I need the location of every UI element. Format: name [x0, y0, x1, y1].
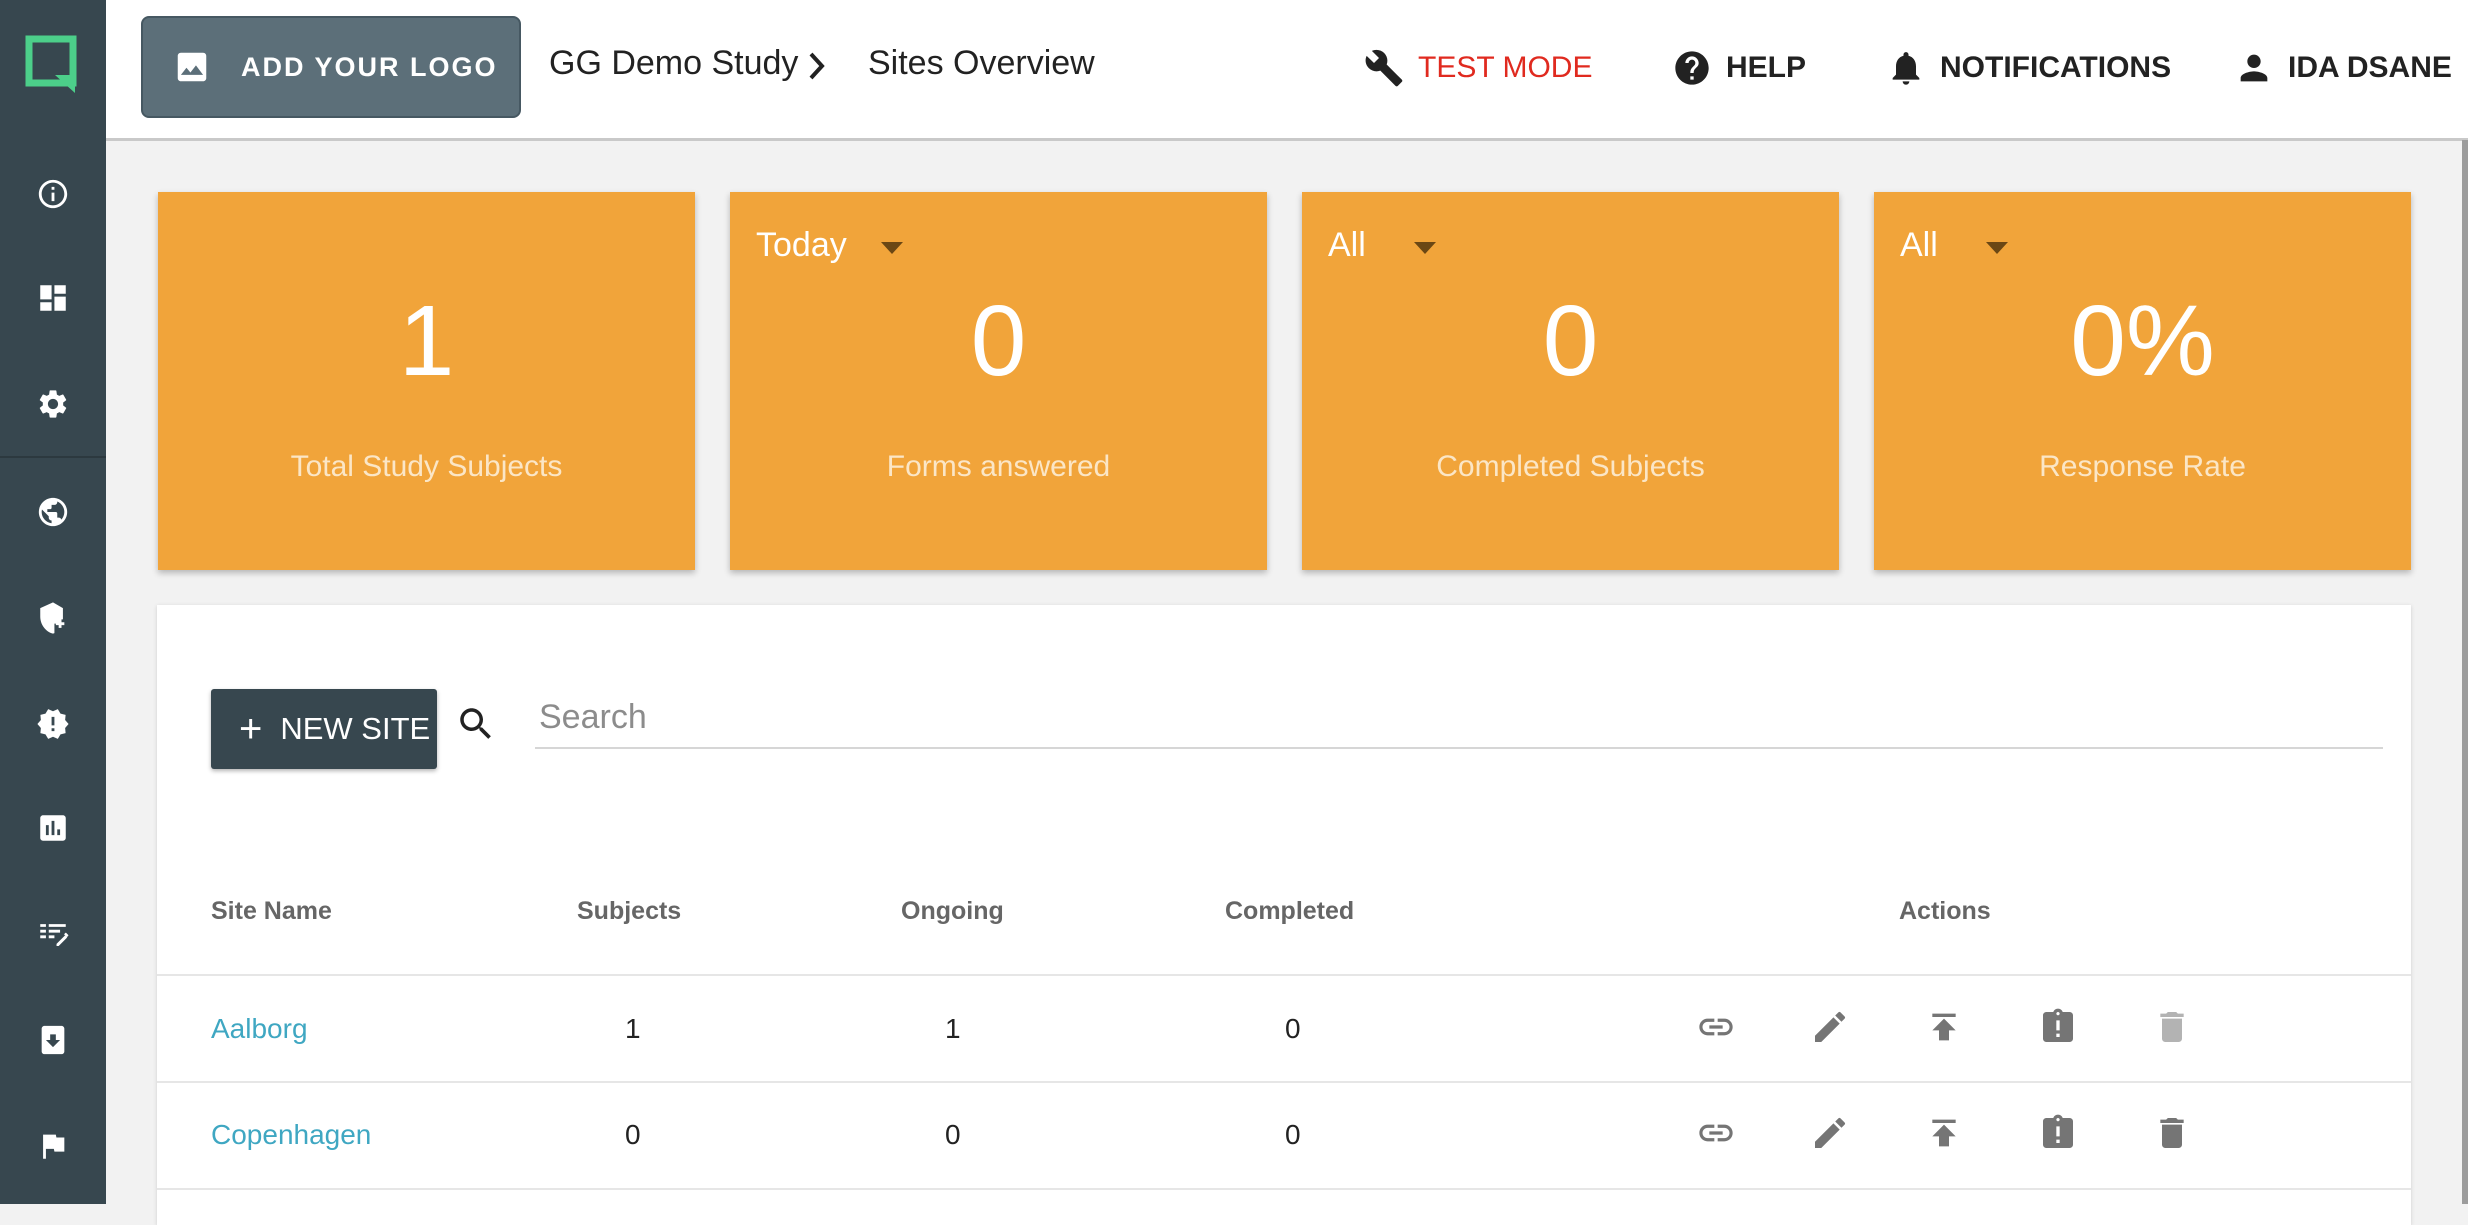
edit-icon[interactable] — [1810, 1113, 1850, 1153]
response-filter-value: All — [1900, 226, 1938, 264]
globe-icon[interactable] — [0, 472, 106, 552]
notifications-label: NOTIFICATIONS — [1940, 51, 2172, 84]
stat-label: Forms answered — [886, 450, 1111, 483]
completed-filter-dropdown[interactable]: All — [1328, 226, 1436, 265]
completed-filter-value: All — [1328, 226, 1366, 264]
stat-value: 0% — [2070, 285, 2215, 397]
new-site-label: NEW SITE — [280, 711, 431, 746]
subjects-count: 1 — [625, 1013, 641, 1044]
help-circle-icon — [1675, 51, 1709, 85]
stat-value: 0 — [1542, 285, 1599, 397]
table-divider — [157, 1188, 2411, 1190]
test-mode-button[interactable]: TEST MODE — [1364, 46, 1592, 90]
link-icon[interactable] — [1696, 1113, 1736, 1153]
download-file-icon[interactable] — [0, 1000, 106, 1080]
security-add-icon[interactable] — [0, 578, 106, 658]
plus-icon: + — [239, 707, 263, 751]
user-menu-button[interactable]: IDA DSANE — [2234, 46, 2452, 90]
settings-icon[interactable] — [0, 364, 106, 444]
stat-value: 1 — [398, 285, 455, 397]
stat-card-completed-subjects: All 0 Completed Subjects — [1302, 192, 1839, 570]
dashboard-icon[interactable] — [0, 258, 106, 338]
help-button[interactable]: HELP — [1672, 46, 1806, 90]
flag-icon[interactable] — [0, 1106, 106, 1186]
period-filter-dropdown[interactable]: Today — [756, 226, 903, 265]
site-name-link[interactable]: Copenhagen — [211, 1119, 371, 1151]
page-title: Sites Overview — [868, 44, 1095, 82]
add-logo-button[interactable]: ADD YOUR LOGO — [141, 16, 521, 118]
upload-icon[interactable] — [1924, 1113, 1964, 1153]
breadcrumb-study[interactable]: GG Demo Study — [549, 44, 798, 83]
stat-card-total-subjects: 1 Total Study Subjects — [158, 192, 695, 570]
delete-icon[interactable] — [2152, 1113, 2192, 1153]
upload-icon[interactable] — [1924, 1007, 1964, 1047]
top-header: ADD YOUR LOGO GG Demo Study Sites Overvi… — [106, 0, 2468, 141]
person-icon — [2240, 54, 2268, 82]
user-name: IDA DSANE — [2288, 51, 2452, 84]
add-logo-label: ADD YOUR LOGO — [241, 51, 498, 82]
stat-card-forms-answered: Today 0 Forms answered — [730, 192, 1267, 570]
period-filter-value: Today — [756, 226, 847, 264]
site-name-link[interactable]: Aalborg — [211, 1013, 308, 1045]
subjects-count: 0 — [625, 1119, 641, 1150]
new-site-button[interactable]: + NEW SITE — [211, 689, 437, 769]
help-label: HELP — [1726, 51, 1807, 84]
brand-logo-icon[interactable] — [0, 0, 106, 130]
search-input[interactable] — [535, 687, 2383, 749]
sidebar-divider — [0, 456, 106, 458]
caret-down-icon — [1985, 241, 2008, 254]
edit-list-icon[interactable] — [0, 894, 106, 974]
edit-icon[interactable] — [1810, 1007, 1850, 1047]
completed-count: 0 — [1285, 1013, 1301, 1044]
table-divider — [157, 1081, 2411, 1083]
test-mode-label: TEST MODE — [1418, 51, 1593, 84]
column-header-subjects[interactable]: Subjects — [577, 897, 681, 926]
page-scrollbar[interactable] — [2462, 140, 2468, 1204]
report-clipboard-icon[interactable] — [2038, 1113, 2078, 1153]
sites-panel: + NEW SITE Site Name Subjects Ongoing Co… — [157, 605, 2411, 1225]
search-icon[interactable] — [455, 703, 497, 745]
response-filter-dropdown[interactable]: All — [1900, 226, 2008, 265]
ongoing-count: 0 — [945, 1119, 961, 1150]
stat-value: 0 — [970, 285, 1027, 397]
sidebar — [0, 0, 106, 1204]
report-clipboard-icon[interactable] — [2038, 1007, 2078, 1047]
column-header-completed[interactable]: Completed — [1225, 897, 1354, 926]
link-icon[interactable] — [1696, 1007, 1736, 1047]
completed-count: 0 — [1285, 1119, 1301, 1150]
column-header-ongoing[interactable]: Ongoing — [901, 897, 1004, 926]
notifications-button[interactable]: NOTIFICATIONS — [1886, 46, 2171, 90]
caret-down-icon — [880, 241, 903, 254]
column-header-site-name[interactable]: Site Name — [211, 897, 332, 926]
ongoing-count: 1 — [945, 1013, 961, 1044]
delete-icon[interactable] — [2152, 1007, 2192, 1047]
stat-card-response-rate: All 0% Response Rate — [1874, 192, 2411, 570]
chevron-right-icon — [809, 52, 825, 80]
wrench-icon — [1365, 49, 1403, 87]
stat-label: Response Rate — [2039, 450, 2246, 483]
table-divider — [157, 974, 2411, 976]
stat-label: Total Study Subjects — [290, 450, 563, 483]
image-icon — [177, 52, 207, 82]
bell-icon — [1892, 52, 1920, 85]
chart-icon[interactable] — [0, 788, 106, 868]
caret-down-icon — [1413, 241, 1436, 254]
info-icon[interactable] — [0, 154, 106, 234]
alert-badge-icon[interactable] — [0, 684, 106, 764]
column-header-actions: Actions — [1899, 897, 1991, 925]
stat-label: Completed Subjects — [1436, 450, 1705, 483]
